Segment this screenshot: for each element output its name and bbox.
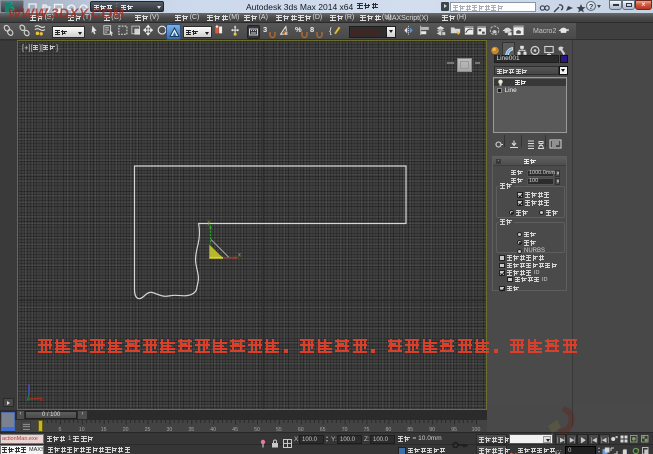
svg-text:{: { (329, 25, 332, 35)
